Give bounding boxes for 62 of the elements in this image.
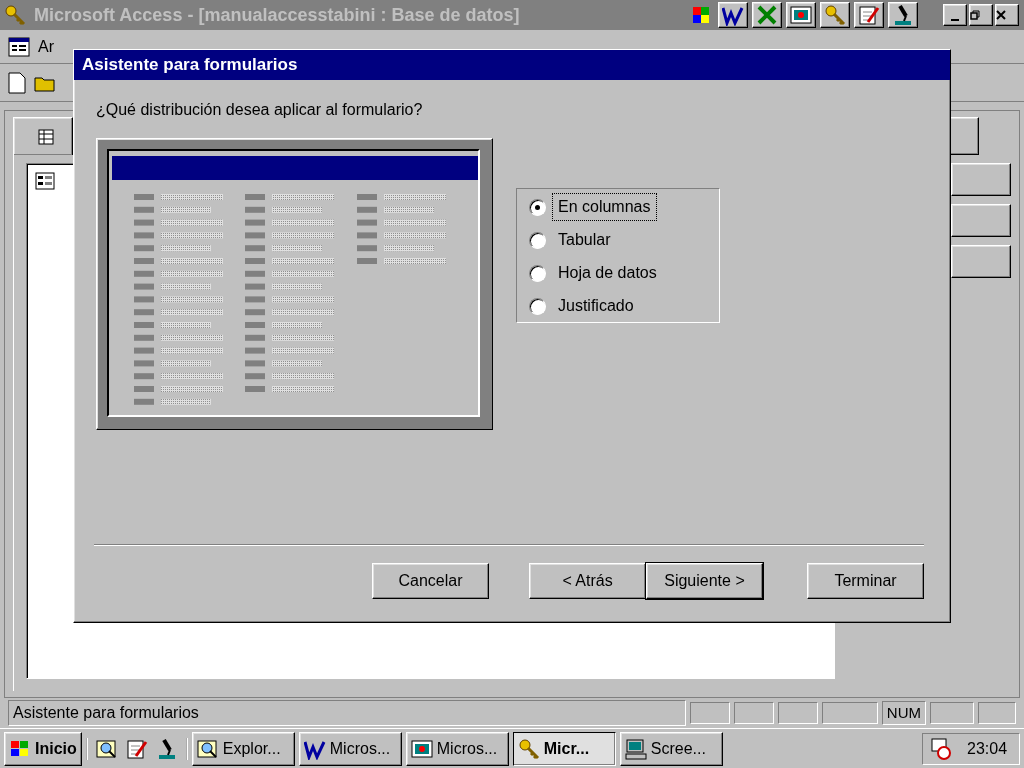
color-squares-icon — [692, 6, 710, 24]
key-icon — [824, 4, 846, 26]
taskbar-button[interactable]: Explor... — [191, 731, 295, 766]
form-icon — [35, 172, 55, 190]
radio-option[interactable]: Tabular — [529, 228, 707, 252]
clock: 23:04 — [967, 738, 1008, 759]
key-icon — [517, 737, 540, 760]
maximize-button[interactable] — [969, 4, 993, 26]
minimize-button[interactable] — [943, 4, 967, 26]
close-button[interactable] — [995, 4, 1019, 26]
status-panel — [689, 702, 730, 724]
object-tab[interactable] — [13, 117, 73, 155]
new-document-icon[interactable] — [8, 71, 26, 94]
quick-launch-icon[interactable] — [125, 737, 148, 760]
minimize-icon — [951, 19, 959, 21]
key-icon — [4, 4, 26, 26]
table-icon — [38, 128, 54, 145]
taskbar-button[interactable]: Micros... — [405, 731, 509, 766]
toolbar-button[interactable] — [718, 2, 748, 28]
toolbar-button[interactable] — [888, 2, 918, 28]
dialog-button[interactable]: Cancelar — [372, 563, 489, 599]
dialog-button[interactable]: Terminar — [807, 563, 924, 599]
quick-launch-icon[interactable] — [95, 737, 118, 760]
question-text: ¿Qué distribución desea aplicar al formulario? — [96, 100, 424, 120]
side-button[interactable] — [951, 204, 1011, 237]
toolbar-button[interactable] — [854, 2, 884, 28]
notepad-icon — [858, 4, 880, 26]
computer-icon — [624, 737, 647, 760]
dialog-title: Asistente para formularios — [74, 50, 950, 80]
status-panel — [821, 702, 878, 724]
radio-option[interactable]: Hoja de datos — [529, 261, 707, 285]
status-panel — [777, 702, 818, 724]
status-panel — [930, 702, 974, 724]
side-button[interactable] — [951, 245, 1011, 278]
toolbar-button[interactable] — [786, 2, 816, 28]
slides-icon — [410, 737, 433, 760]
radio-option[interactable]: Justificado — [529, 294, 707, 318]
close-icon — [996, 10, 1006, 20]
form-icon — [8, 36, 30, 57]
excel-icon — [756, 4, 778, 26]
status-indicator: NUM — [881, 700, 926, 726]
status-panel — [978, 702, 1016, 724]
windows-logo-icon — [9, 738, 31, 759]
microscope-icon — [892, 4, 914, 26]
toolbar-button[interactable] — [820, 2, 850, 28]
magnifier-icon — [196, 737, 219, 760]
dialog-button[interactable]: < Atrás — [529, 563, 646, 599]
toolbar-button[interactable] — [752, 2, 782, 28]
start-button[interactable]: Inicio — [4, 731, 82, 766]
status-text: Asistente para formularios — [8, 700, 686, 726]
side-button[interactable] — [951, 163, 1011, 196]
scheduler-icon[interactable] — [931, 737, 951, 760]
slides-icon — [790, 4, 812, 26]
taskbar-button[interactable]: Micr... — [512, 731, 616, 766]
status-panel — [733, 702, 774, 724]
restore-icon — [970, 10, 980, 20]
window-title: Microsoft Access - [manualaccesstabini : Base de datos] — [34, 3, 521, 27]
menu-item[interactable]: Ar — [38, 34, 54, 59]
taskbar-button[interactable]: Micros... — [298, 731, 402, 766]
dialog-button[interactable]: Siguiente > — [646, 563, 763, 599]
radio-option[interactable]: En columnas — [529, 195, 707, 219]
taskbar-button[interactable]: Scree... — [619, 731, 723, 766]
